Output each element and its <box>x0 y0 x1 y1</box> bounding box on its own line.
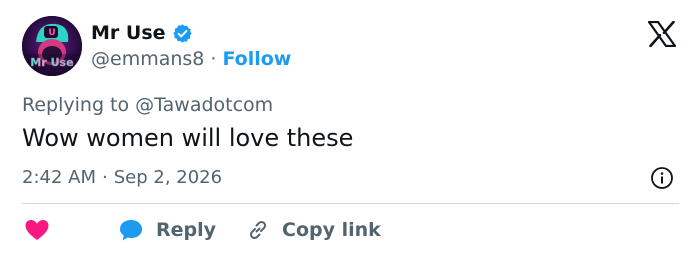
avatar-text: Mr Use <box>30 56 73 69</box>
separator: · <box>210 48 217 70</box>
link-icon[interactable] <box>246 218 270 242</box>
divider <box>22 203 679 204</box>
follow-button[interactable]: Follow <box>222 48 291 70</box>
handle[interactable]: @emmans8 <box>91 48 204 70</box>
avatar-badge: U <box>48 28 55 38</box>
timestamp-separator: · <box>102 167 108 188</box>
action-bar: Reply Copy link <box>22 216 381 244</box>
x-logo-icon[interactable] <box>647 20 677 48</box>
author-name-row: Mr Use <box>91 22 193 44</box>
handle-row: @emmans8 · Follow <box>91 48 291 70</box>
tweet-time: 2:42 AM <box>22 167 96 188</box>
replying-prefix: Replying to <box>22 94 130 116</box>
tweet-date: Sep 2, 2026 <box>113 167 223 188</box>
replying-to: Replying to @Tawadotcom <box>22 94 273 116</box>
reply-button[interactable]: Reply <box>156 219 216 241</box>
avatar[interactable]: U Mr Use <box>22 16 82 76</box>
reply-mention-link[interactable]: @Tawadotcom <box>135 94 273 116</box>
heart-icon[interactable] <box>24 218 50 242</box>
reply-bubble-icon[interactable] <box>118 218 144 242</box>
verified-badge-icon <box>172 23 193 44</box>
timestamp[interactable]: 2:42 AM · Sep 2, 2026 <box>22 167 222 188</box>
display-name[interactable]: Mr Use <box>91 22 166 44</box>
info-icon[interactable] <box>650 166 674 190</box>
tweet-text: Wow women will love these <box>22 124 354 152</box>
copy-link-button[interactable]: Copy link <box>282 219 381 241</box>
